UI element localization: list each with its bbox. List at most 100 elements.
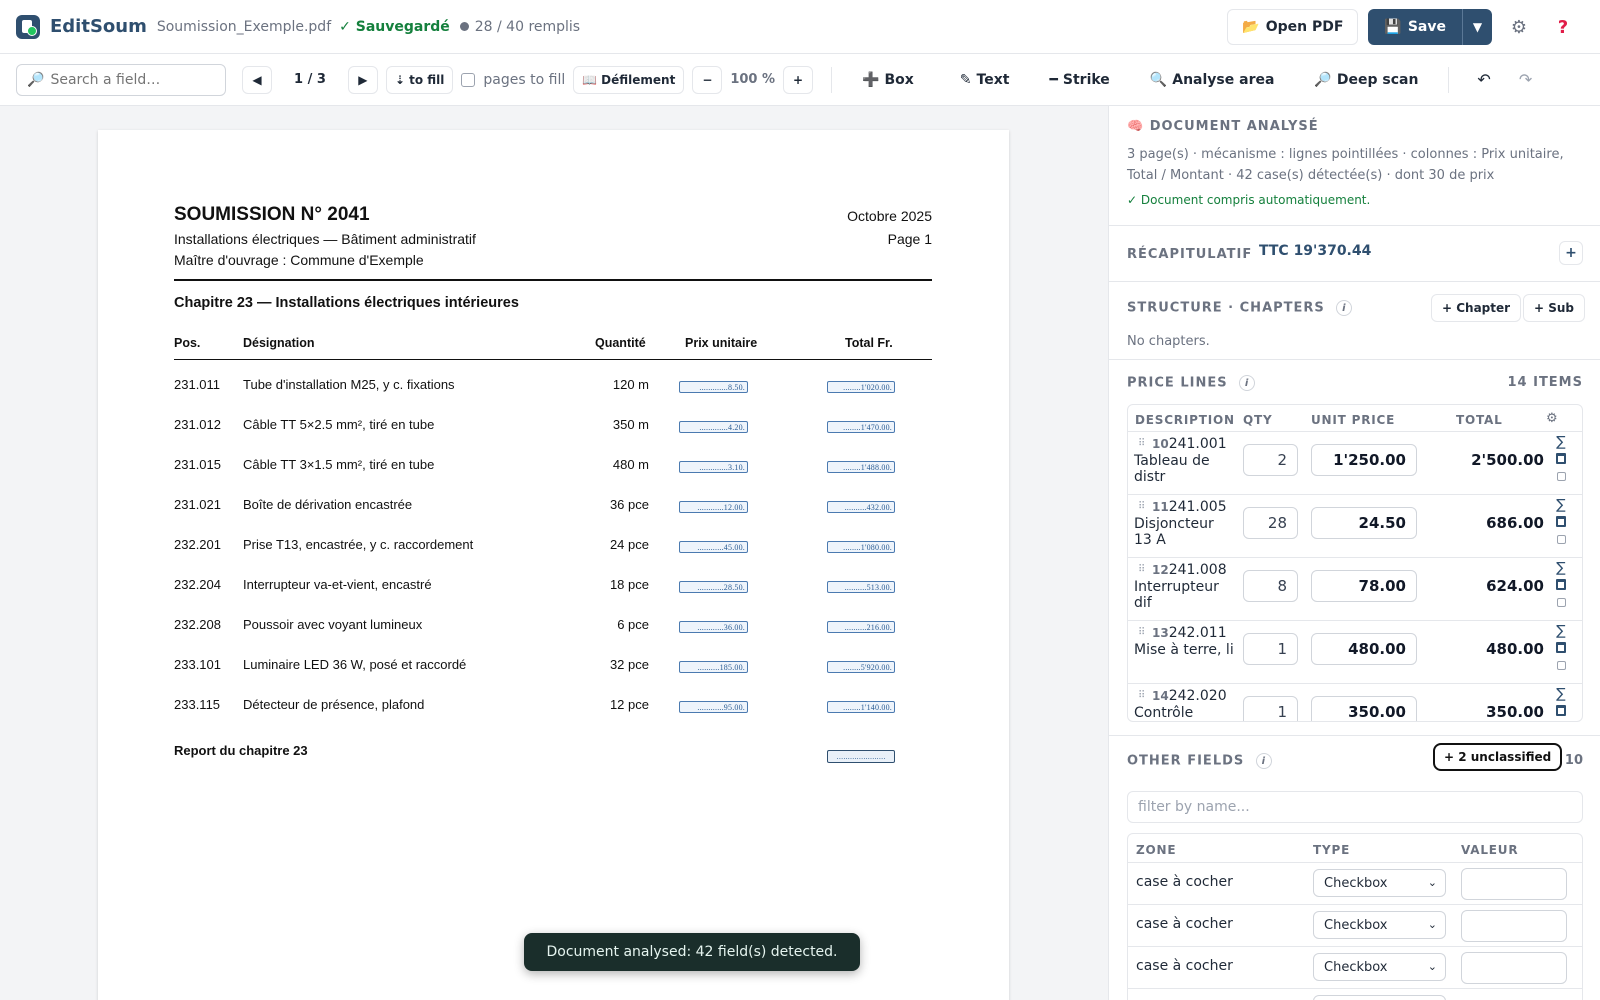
unit-price-input[interactable]: 350.00 (1311, 696, 1417, 721)
drag-handle-icon[interactable]: ⠿ (1138, 564, 1145, 575)
toolbar-divider (1448, 66, 1450, 93)
save-label: Save (1407, 19, 1446, 35)
sigma-icon[interactable]: ∑ (1556, 687, 1565, 701)
trash-icon[interactable] (1556, 705, 1566, 716)
box-tool-button[interactable]: ➕ Box (850, 72, 926, 88)
total-field[interactable]: ..........513.00. (827, 581, 895, 593)
strike-tool-button[interactable]: ━ Strike (1037, 72, 1121, 88)
unit-price-input[interactable]: 78.00 (1311, 570, 1417, 602)
unclassified-button[interactable]: + 2 unclassified (1433, 743, 1563, 771)
field-value-input[interactable] (1461, 952, 1567, 984)
help-button[interactable]: ? (1546, 10, 1580, 44)
open-pdf-button[interactable]: 📂 Open PDF (1227, 9, 1359, 45)
pages-to-fill-checkbox[interactable] (461, 72, 476, 87)
unit-price-field[interactable]: ............12.00. (679, 501, 748, 513)
table-row: 232.204 Interrupteur va-et-vient, encast… (98, 577, 1009, 597)
scroll-mode-label: Défilement (601, 72, 676, 87)
duplicate-icon[interactable] (1556, 661, 1566, 670)
trash-icon[interactable] (1556, 579, 1566, 590)
pages-to-fill-toggle[interactable]: pages to fill (461, 72, 565, 88)
unit-price-field[interactable]: ..........185.00. (679, 661, 748, 673)
qty-input[interactable]: 28 (1243, 507, 1298, 539)
search-input[interactable] (50, 71, 211, 88)
sigma-icon[interactable]: ∑ (1556, 624, 1565, 638)
trash-icon[interactable] (1556, 453, 1566, 464)
qty-input[interactable]: 1 (1243, 633, 1298, 665)
document-viewer[interactable]: SOUMISSION N° 2041 Installations électri… (0, 106, 1108, 1000)
unit-price-field[interactable]: ............95.00. (679, 701, 748, 713)
redo-button[interactable]: ↷ (1509, 70, 1542, 89)
search-field[interactable]: 🔎 (16, 63, 226, 96)
next-to-fill-button[interactable]: ⇣ to fill (385, 65, 454, 94)
quantity-cell: 36 pce (609, 497, 649, 512)
trash-icon[interactable] (1556, 516, 1566, 527)
row-actions: ∑ (1554, 561, 1568, 607)
expand-recap-button[interactable]: + (1559, 241, 1583, 265)
settings-button[interactable]: ⚙ (1502, 10, 1536, 44)
total-field[interactable]: ........1'140.00. (827, 701, 895, 713)
sigma-icon[interactable]: ∑ (1556, 435, 1565, 449)
save-menu-button[interactable]: ▼ (1462, 9, 1492, 45)
undo-button[interactable]: ↶ (1467, 70, 1500, 89)
drag-handle-icon[interactable]: ⠿ (1138, 438, 1145, 449)
total-field[interactable]: ..........432.00. (827, 501, 895, 513)
info-icon[interactable]: i (1336, 300, 1353, 316)
drag-handle-icon[interactable]: ⠿ (1138, 690, 1145, 701)
duplicate-icon[interactable] (1556, 598, 1566, 607)
unit-price-field[interactable]: .............8.50. (679, 381, 748, 393)
analyse-area-button[interactable]: 🔍 Analyse area (1138, 72, 1287, 88)
unit-price-field[interactable]: .............4.20. (679, 421, 748, 433)
duplicate-icon[interactable] (1556, 535, 1566, 544)
field-value-input[interactable] (1461, 868, 1567, 900)
save-button[interactable]: 💾 Save (1368, 9, 1462, 45)
unit-price-field[interactable]: ............28.50. (679, 581, 748, 593)
line-code: 242.020 (1168, 688, 1227, 704)
chapter-report-field[interactable]: ...................... (827, 750, 895, 763)
field-type-select[interactable] (1313, 995, 1446, 1000)
field-type-select[interactable]: Checkbox ⌄ (1313, 869, 1446, 897)
deep-scan-button[interactable]: 🔎 Deep scan (1302, 72, 1430, 88)
info-icon[interactable]: i (1255, 753, 1272, 769)
unit-price-field[interactable]: .............3.10. (679, 461, 748, 473)
field-type-select[interactable]: Checkbox ⌄ (1313, 953, 1446, 981)
next-page-button[interactable]: ▶ (347, 65, 378, 94)
trash-icon[interactable] (1556, 642, 1566, 653)
scroll-mode-button[interactable]: 📖 Défilement (573, 65, 685, 94)
qty-input[interactable]: 1 (1243, 696, 1298, 721)
total-field[interactable]: ........5'920.00. (827, 661, 895, 673)
zoom-out-button[interactable]: − (692, 65, 723, 94)
qty-input[interactable]: 8 (1243, 570, 1298, 602)
column-settings-icon[interactable]: ⚙ (1546, 411, 1558, 426)
add-chapter-button[interactable]: + Chapter (1431, 294, 1522, 322)
other-fields-filter[interactable]: filter by name... (1127, 791, 1583, 823)
zoom-in-button[interactable]: + (783, 65, 814, 94)
drag-handle-icon[interactable]: ⠿ (1138, 627, 1145, 638)
info-icon[interactable]: i (1239, 375, 1256, 391)
total-field[interactable]: ........1'020.00. (827, 381, 895, 393)
text-tool-button[interactable]: ✎ Text (948, 72, 1022, 88)
recap-total: TTC 19'370.44 (1259, 243, 1372, 259)
chevron-down-icon: ⌄ (1427, 960, 1437, 973)
unit-price-input[interactable]: 24.50 (1311, 507, 1417, 539)
unit-price-field[interactable]: ............45.00. (679, 541, 748, 553)
total-field[interactable]: ..........216.00. (827, 621, 895, 633)
unit-price-input[interactable]: 1'250.00 (1311, 444, 1417, 476)
total-field[interactable]: ........1'488.00. (827, 461, 895, 473)
sigma-icon[interactable]: ∑ (1556, 561, 1565, 575)
field-value-input[interactable] (1461, 910, 1567, 942)
line-total: 350.00 (1486, 703, 1544, 721)
qty-input[interactable]: 2 (1243, 444, 1298, 476)
designation-cell: Câble TT 5×2.5 mm², tiré en tube (243, 417, 435, 432)
total-field[interactable]: ........1'470.00. (827, 421, 895, 433)
price-line-description: Interrupteur dif (1134, 579, 1219, 611)
sigma-icon[interactable]: ∑ (1556, 498, 1565, 512)
field-type-select[interactable]: Checkbox ⌄ (1313, 911, 1446, 939)
duplicate-icon[interactable] (1556, 472, 1566, 481)
add-sub-button[interactable]: + Sub (1523, 294, 1586, 322)
prev-page-button[interactable]: ◀ (242, 65, 272, 94)
triangle-right-icon: ▶ (358, 72, 368, 87)
drag-handle-icon[interactable]: ⠿ (1138, 501, 1145, 512)
total-field[interactable]: ........1'080.00. (827, 541, 895, 553)
unit-price-field[interactable]: ............36.00. (679, 621, 748, 633)
unit-price-input[interactable]: 480.00 (1311, 633, 1417, 665)
